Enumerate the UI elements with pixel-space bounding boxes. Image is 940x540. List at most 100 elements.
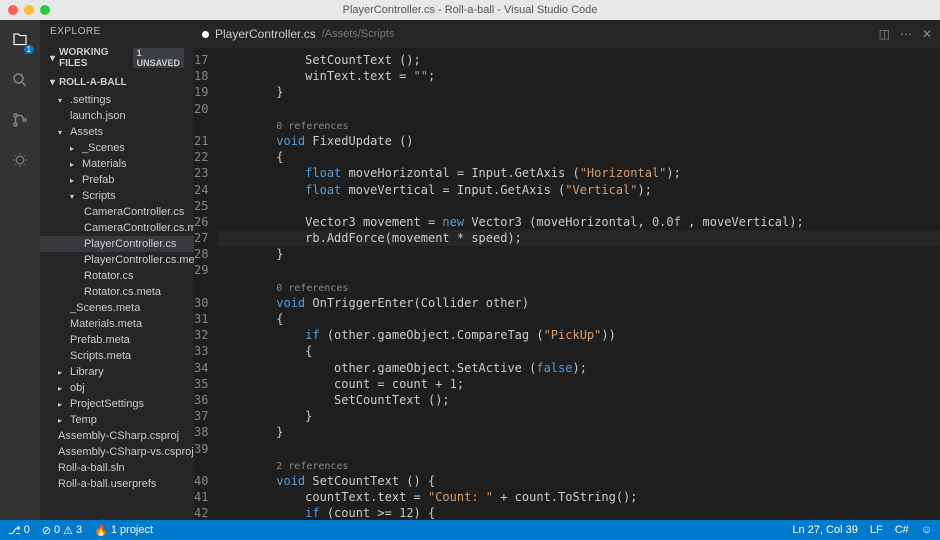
code-line[interactable]	[218, 101, 940, 117]
tree-file[interactable]: Rotator.cs.meta	[40, 284, 194, 300]
tree-folder[interactable]: ▸obj	[40, 380, 194, 396]
working-files-header[interactable]: ▾ WORKING FILES 1 UNSAVED	[40, 43, 194, 73]
tree-file[interactable]: Materials.meta	[40, 316, 194, 332]
tree-item-label: Roll-a-ball.sln	[58, 462, 125, 474]
tree-file[interactable]: Assembly-CSharp-vs.csproj	[40, 444, 194, 460]
code-line[interactable]: }	[218, 424, 940, 440]
tree-folder[interactable]: ▸ Temp	[40, 412, 194, 428]
code-line[interactable]: {	[218, 343, 940, 359]
code-line[interactable]: countText.text = "Count: " + count.ToStr…	[218, 489, 940, 505]
code-line[interactable]: {	[218, 311, 940, 327]
tree-file[interactable]: Prefab.meta	[40, 332, 194, 348]
code-line[interactable]: {	[218, 149, 940, 165]
minimize-window-button[interactable]	[24, 5, 34, 15]
code-line[interactable]: 0 references	[218, 279, 940, 295]
code-line[interactable]: rb.AddForce(movement * speed);	[218, 230, 940, 246]
tree-item-label: Library	[70, 366, 104, 378]
tree-item-label: Temp	[70, 414, 97, 426]
working-files-label: WORKING FILES	[59, 47, 125, 69]
line-number: 40	[194, 473, 208, 489]
tree-folder[interactable]: ▸ProjectSettings	[40, 396, 194, 412]
more-actions-icon[interactable]: ⋯	[900, 27, 912, 41]
line-number: 17	[194, 52, 208, 68]
chevron-icon: ▾	[58, 96, 66, 105]
tree-file[interactable]: PlayerController.cs.meta	[40, 252, 194, 268]
language-mode[interactable]: C#	[895, 524, 909, 536]
tree-folder[interactable]: ▸Prefab	[40, 172, 194, 188]
line-number: 26	[194, 214, 208, 230]
chevron-icon: ▸	[58, 416, 66, 425]
code-line[interactable]: void SetCountText () {	[218, 473, 940, 489]
code-line[interactable]: float moveHorizontal = Input.GetAxis ("H…	[218, 165, 940, 181]
tree-item-label: Assembly-CSharp-vs.csproj	[58, 446, 194, 458]
code-line[interactable]: float moveVertical = Input.GetAxis ("Ver…	[218, 182, 940, 198]
split-editor-icon[interactable]: ◫	[879, 27, 890, 41]
code-line[interactable]: }	[218, 246, 940, 262]
code-line[interactable]: void FixedUpdate ()	[218, 133, 940, 149]
tree-item-label: Scripts.meta	[70, 350, 131, 362]
tree-file[interactable]: CameraController.cs	[40, 204, 194, 220]
line-number: 31	[194, 311, 208, 327]
tree-file[interactable]: Assembly-CSharp.csproj	[40, 428, 194, 444]
code-line[interactable]: 0 references	[218, 117, 940, 133]
tree-file[interactable]: Rotator.cs	[40, 268, 194, 284]
errors-status[interactable]: ⊘ 0 ⚠ 3	[42, 524, 82, 537]
tree-file[interactable]: PlayerController.cs	[40, 236, 194, 252]
line-number: 41	[194, 489, 208, 505]
feedback-icon[interactable]: ☺	[921, 524, 932, 536]
window-title: PlayerController.cs - Roll-a-ball - Visu…	[343, 4, 598, 16]
code-line[interactable]: void OnTriggerEnter(Collider other)	[218, 295, 940, 311]
eol-indicator[interactable]: LF	[870, 524, 883, 536]
maximize-window-button[interactable]	[40, 5, 50, 15]
line-number	[194, 457, 208, 473]
cursor-position[interactable]: Ln 27, Col 39	[792, 524, 857, 536]
code-line[interactable]: }	[218, 84, 940, 100]
close-tab-icon[interactable]: ✕	[922, 27, 932, 41]
explorer-icon[interactable]: 1	[8, 28, 32, 52]
code-editor[interactable]: 1718192021222324252627282930313233343536…	[194, 48, 940, 520]
tree-folder[interactable]: ▸_Scenes	[40, 140, 194, 156]
editor-tab[interactable]: PlayerController.cs /Assets/Scripts	[202, 27, 394, 41]
code-line[interactable]	[218, 441, 940, 457]
git-icon[interactable]	[8, 108, 32, 132]
code-line[interactable]	[218, 198, 940, 214]
close-window-button[interactable]	[8, 5, 18, 15]
code-line[interactable]: Vector3 movement = new Vector3 (moveHori…	[218, 214, 940, 230]
project-status[interactable]: 🔥 1 project	[94, 524, 153, 537]
file-tree: ▾.settingslaunch.json▾Assets▸_Scenes▸Mat…	[40, 92, 194, 520]
code-line[interactable]: count = count + 1;	[218, 376, 940, 392]
code-line[interactable]: other.gameObject.SetActive (false);	[218, 360, 940, 376]
line-number	[194, 279, 208, 295]
tree-file[interactable]: Scripts.meta	[40, 348, 194, 364]
tree-folder[interactable]: ▾Assets	[40, 124, 194, 140]
code-line[interactable]: if (count >= 12) {	[218, 505, 940, 520]
tree-file[interactable]: CameraController.cs.meta	[40, 220, 194, 236]
tab-path: /Assets/Scripts	[322, 28, 395, 40]
code-line[interactable]: }	[218, 408, 940, 424]
tree-folder[interactable]: ▸Materials	[40, 156, 194, 172]
debug-icon[interactable]	[8, 148, 32, 172]
tree-file[interactable]: Roll-a-ball.userprefs	[40, 476, 194, 492]
project-header[interactable]: ▾ ROLL-A-BALL	[40, 73, 194, 92]
tree-file[interactable]: _Scenes.meta	[40, 300, 194, 316]
code-line[interactable]: winText.text = "";	[218, 68, 940, 84]
code-line[interactable]: 2 references	[218, 457, 940, 473]
tab-bar: PlayerController.cs /Assets/Scripts ◫ ⋯ …	[194, 20, 940, 48]
code-line[interactable]: SetCountText ();	[218, 392, 940, 408]
tree-file[interactable]: Roll-a-ball.sln	[40, 460, 194, 476]
chevron-icon: ▸	[58, 400, 66, 409]
line-number: 34	[194, 360, 208, 376]
chevron-icon: ▸	[58, 368, 66, 377]
code-line[interactable]	[218, 262, 940, 278]
line-number: 29	[194, 262, 208, 278]
git-status[interactable]: ⎇ 0	[8, 524, 30, 537]
tree-folder[interactable]: ▾.settings	[40, 92, 194, 108]
tree-file[interactable]: launch.json	[40, 108, 194, 124]
code-lines[interactable]: SetCountText (); winText.text = ""; } 0 …	[218, 48, 940, 520]
tree-folder[interactable]: ▾Scripts	[40, 188, 194, 204]
tree-folder[interactable]: ▸ Library	[40, 364, 194, 380]
line-number: 25	[194, 198, 208, 214]
search-icon[interactable]	[8, 68, 32, 92]
code-line[interactable]: if (other.gameObject.CompareTag ("PickUp…	[218, 327, 940, 343]
code-line[interactable]: SetCountText ();	[218, 52, 940, 68]
